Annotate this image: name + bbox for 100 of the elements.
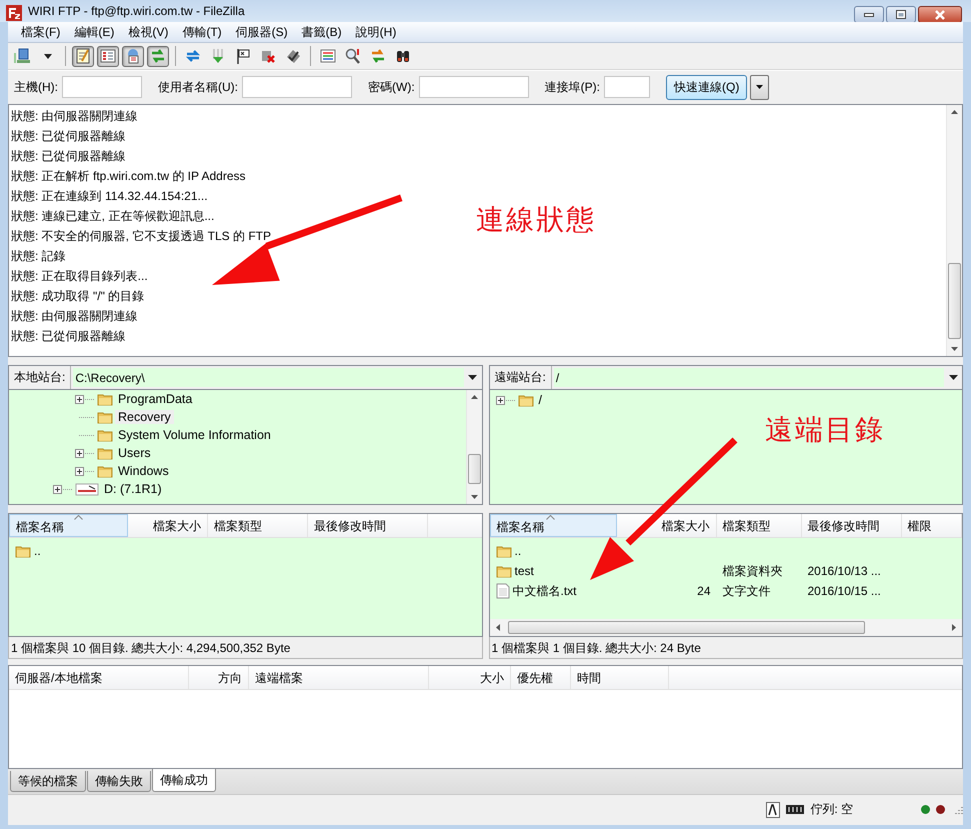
input-field[interactable]: [62, 76, 142, 98]
column-header[interactable]: 優先權: [511, 666, 571, 689]
column-header[interactable]: 檔案大小: [616, 514, 716, 537]
flag-icon: [235, 48, 251, 64]
modified-date: 2016/10/13 ...: [808, 564, 881, 578]
log-line: 狀態: 正在連線到 114.32.44.154:21...: [11, 188, 208, 205]
menu-item[interactable]: 傳輸(T): [175, 24, 229, 40]
app-logo-icon: [6, 5, 22, 21]
quickconnect-button[interactable]: 快速連線(Q): [666, 74, 748, 100]
toggle-button[interactable]: [97, 46, 119, 66]
speed-limit-icon[interactable]: [786, 805, 804, 814]
input-field[interactable]: [242, 76, 352, 98]
scroll-right-icon: [952, 624, 956, 631]
scrollbar-thumb[interactable]: [468, 454, 480, 484]
toggle-button[interactable]: [147, 46, 169, 66]
path-text: C:\Recovery\: [75, 370, 145, 384]
notepad-icon: [75, 48, 91, 64]
close-button[interactable]: [918, 6, 962, 23]
menu-item[interactable]: 書籤(B): [294, 24, 349, 40]
tab[interactable]: 傳輸失敗: [87, 771, 151, 792]
checkmark-icon: [285, 48, 301, 64]
binoculars-icon: [395, 48, 411, 64]
toggle-button[interactable]: [122, 46, 144, 66]
tree-item[interactable]: /: [536, 393, 545, 407]
path-field[interactable]: C:\Recovery\: [73, 368, 464, 387]
log-line: 狀態: 成功取得 "/" 的目錄: [11, 288, 144, 305]
log-line: 狀態: 正在解析 ftp.wiri.com.tw 的 IP Address: [11, 168, 246, 185]
log-line: 狀態: 正在取得目錄列表...: [11, 268, 148, 285]
file-name: 中文檔名.txt: [512, 582, 577, 600]
queue-status: 佇列: 空: [810, 801, 853, 818]
menu-item[interactable]: 檔案(F): [14, 24, 68, 40]
tree-item[interactable]: ProgramData: [115, 392, 196, 406]
file-type: 文字文件: [722, 582, 770, 600]
field-label: 主機(H):: [14, 78, 58, 96]
maximize-button[interactable]: [886, 6, 916, 23]
computer-icon: [14, 47, 32, 65]
maximize-icon: [896, 10, 906, 19]
tree-item[interactable]: Recovery: [115, 410, 174, 424]
tree-item[interactable]: Windows: [115, 464, 172, 478]
input-field[interactable]: [604, 76, 650, 98]
globe-list-icon: [125, 48, 141, 64]
expand-icon[interactable]: [75, 394, 95, 404]
input-field[interactable]: [418, 76, 529, 98]
file-size: 24: [697, 584, 710, 598]
column-header[interactable]: 檔案大小: [128, 514, 208, 537]
vertical-scrollbar[interactable]: [466, 390, 482, 504]
modified-date: 2016/10/15 ...: [808, 584, 881, 598]
status-summary: 1 個檔案與 1 個目錄. 總共大小: 24 Byte: [488, 637, 963, 659]
log-line: 狀態: 由伺服器關閉連線: [11, 108, 138, 125]
minimize-button[interactable]: [854, 6, 884, 23]
minimize-icon: [864, 12, 874, 16]
column-header[interactable]: 檔案類型: [208, 514, 308, 537]
column-header[interactable]: 最後修改時間: [308, 514, 428, 537]
menu-item[interactable]: 檢視(V): [121, 24, 176, 40]
column-header[interactable]: 最後修改時間: [802, 514, 902, 537]
dropdown-arrow-icon[interactable]: [468, 375, 477, 380]
column-header[interactable]: 檔案名稱: [9, 514, 128, 537]
horizontal-scrollbar[interactable]: [490, 619, 962, 636]
tree-item[interactable]: System Volume Information: [115, 428, 274, 442]
menu-item[interactable]: 編輯(E): [67, 24, 122, 40]
tree-item[interactable]: D: (7.1R1): [101, 482, 165, 496]
column-header[interactable]: 檔案名稱: [490, 514, 616, 537]
column-header[interactable]: 時間: [571, 666, 669, 689]
scrollbar-thumb[interactable]: [948, 263, 961, 339]
menu-item[interactable]: 說明(H): [348, 24, 404, 40]
column-header[interactable]: 遠端檔案: [249, 666, 429, 689]
vertical-scrollbar[interactable]: [946, 105, 962, 356]
log-line: 狀態: 連線已建立, 正在等候歡迎訊息...: [11, 208, 214, 225]
scroll-down-icon: [951, 347, 958, 351]
history-dropdown-button[interactable]: [750, 74, 770, 100]
close-icon: [934, 10, 946, 20]
transfer-type-icon[interactable]: [766, 802, 780, 818]
expand-icon[interactable]: [53, 484, 73, 494]
tab[interactable]: 傳輸成功: [152, 769, 216, 792]
field-label: 密碼(W):: [368, 78, 415, 96]
tab[interactable]: 等候的檔案: [10, 771, 86, 792]
column-header[interactable]: 伺服器/本地檔案: [9, 666, 189, 689]
tree-item[interactable]: Users: [115, 446, 154, 460]
column-header[interactable]: 權限: [902, 514, 962, 537]
drive-icon: [75, 481, 99, 497]
search-icon: [345, 48, 361, 64]
dropdown-arrow-icon[interactable]: [948, 375, 958, 380]
scrollbar-thumb[interactable]: [508, 621, 864, 634]
annotation-label: 連線狀態: [476, 203, 596, 237]
menu-item[interactable]: 伺服器(S): [228, 24, 295, 40]
compare-icon: [320, 48, 336, 64]
toggle-button[interactable]: [72, 46, 94, 66]
annotation-label: 遠端目錄: [765, 413, 885, 447]
file-name: ..: [514, 544, 522, 558]
cancel-icon: [260, 48, 276, 64]
column-header[interactable]: 方向: [189, 666, 249, 689]
log-line: 狀態: 記錄: [11, 248, 66, 265]
expand-icon[interactable]: [75, 466, 95, 476]
expand-icon[interactable]: [496, 396, 516, 404]
expand-icon[interactable]: [75, 448, 95, 458]
scroll-left-icon: [496, 624, 500, 631]
column-header[interactable]: 大小: [429, 666, 511, 689]
status-summary: 1 個檔案與 10 個目錄. 總共大小: 4,294,500,352 Byte: [8, 637, 482, 659]
path-field[interactable]: /: [554, 368, 944, 387]
column-header[interactable]: 檔案類型: [716, 514, 802, 537]
